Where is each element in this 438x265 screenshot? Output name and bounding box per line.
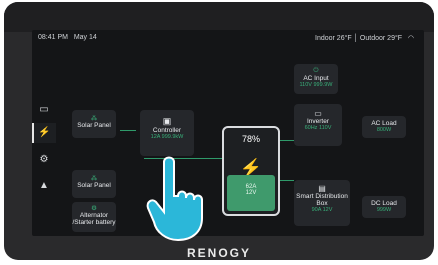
- smart-distribution-stats: 90A 12V: [311, 207, 333, 213]
- ac-load-stats: 800W: [376, 127, 392, 133]
- ac-load-label: AC Load: [371, 120, 397, 127]
- power-icon[interactable]: ⚡: [38, 127, 50, 139]
- tablet-device: 08:41 PM May 14 Indoor 26°F │ Outdoor 29…: [4, 2, 434, 260]
- alternator-icon: ⚙: [91, 205, 97, 212]
- brand-logo: RENOGY: [186, 246, 251, 260]
- time: 08:41 PM: [38, 34, 68, 41]
- weather-indicator: Indoor 26°F │ Outdoor 29°F ◠: [315, 34, 414, 42]
- solar-panel-card-2[interactable]: ⁂ Solar Panel: [72, 170, 116, 198]
- battery-percent: 78%: [241, 134, 260, 144]
- smart-distribution-card[interactable]: ▤ Smart Distribution Box 90A 12V: [294, 180, 350, 226]
- alternator-label: Alternator /Starter battery: [72, 212, 116, 226]
- pointing-hand-icon: [146, 156, 203, 242]
- date: May 14: [73, 34, 97, 41]
- status-bar: 08:41 PM May 14 Indoor 26°F │ Outdoor 29…: [32, 30, 424, 46]
- controller-icon: ▣: [162, 116, 172, 126]
- inverter-label: Inverter: [306, 118, 330, 125]
- battery-fill: 62A 12V: [227, 175, 275, 211]
- bezel-top: [4, 2, 434, 32]
- distribution-icon: ▤: [318, 184, 326, 193]
- controller-label: Controller: [152, 127, 182, 134]
- solar-panel-card[interactable]: ⁂ Solar Panel: [72, 110, 116, 138]
- smart-distribution-label: Smart Distribution Box: [296, 193, 348, 207]
- solar-panel-icon: ⁂: [90, 115, 98, 122]
- inverter-card[interactable]: ▭ Inverter 60Hz 110V: [294, 104, 342, 146]
- inverter-stats: 60Hz 110V: [304, 125, 332, 131]
- controller-card[interactable]: ▣ Controller 12A 999.9kW: [140, 110, 194, 156]
- settings-icon[interactable]: ⚙: [38, 154, 50, 166]
- warning-icon[interactable]: ▲: [38, 180, 50, 192]
- plug-icon: ⏻: [313, 67, 319, 74]
- wifi-icon: ◠: [407, 35, 414, 42]
- solar-panel-label: Solar Panel: [77, 182, 111, 189]
- battery-gauge[interactable]: 78% ⚡ 62A 12V: [222, 126, 280, 216]
- inverter-icon: ▭: [314, 109, 322, 118]
- solar-panel-label: Solar Panel: [77, 122, 111, 129]
- dc-load-card[interactable]: DC Load 999W: [362, 196, 406, 218]
- weather-text: Indoor 26°F │ Outdoor 29°F: [315, 35, 403, 42]
- alternator-card[interactable]: ⚙ Alternator /Starter battery: [72, 202, 116, 232]
- battery-voltage: 12V: [245, 190, 257, 196]
- dc-load-label: DC Load: [371, 200, 397, 207]
- ac-input-card[interactable]: ⏻ AC Input 110V 999.9W: [294, 64, 338, 94]
- dc-load-stats: 999W: [376, 207, 392, 213]
- ac-input-stats: 110V 999.9W: [299, 82, 333, 88]
- screen: 08:41 PM May 14 Indoor 26°F │ Outdoor 29…: [32, 30, 424, 236]
- controller-stats: 12A 999.9kW: [150, 134, 184, 140]
- solar-panel-icon: ⁂: [90, 175, 98, 182]
- ac-load-card[interactable]: AC Load 800W: [362, 116, 406, 138]
- ac-input-label: AC Input: [303, 75, 329, 82]
- sidebar: ▭ ⚡ ⚙ ▲: [32, 86, 56, 206]
- clock: 08:41 PM May 14: [38, 34, 97, 41]
- rv-icon[interactable]: ▭: [38, 104, 50, 116]
